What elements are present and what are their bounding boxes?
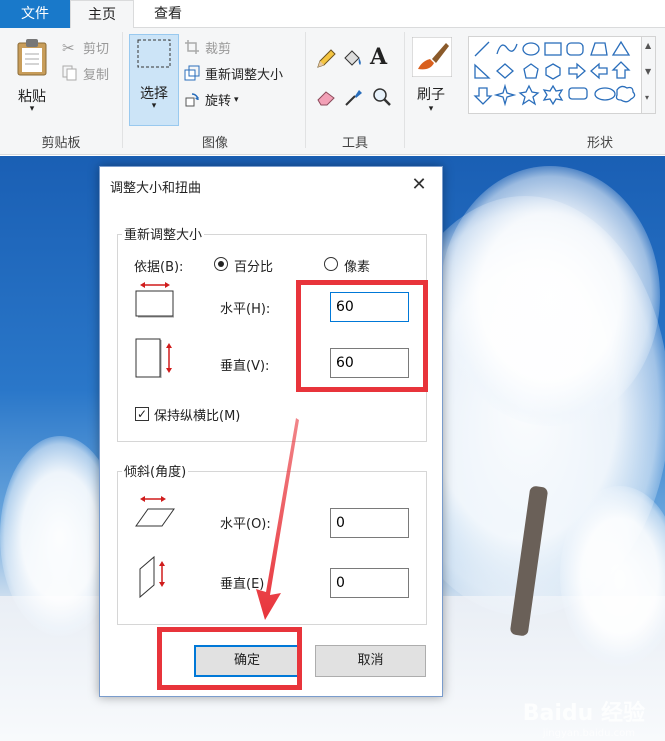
cut-label: 剪切	[83, 42, 110, 57]
pixels-radio-label: 像素	[344, 260, 371, 275]
dialog-title: 调整大小和扭曲	[110, 181, 202, 196]
rotate-label: 旋转	[205, 94, 232, 109]
resize-icon	[184, 65, 202, 83]
scroll-down-icon[interactable]: ▼	[645, 67, 651, 76]
by-label: 依据(B):	[134, 260, 184, 275]
percent-radio-label: 百分比	[234, 260, 274, 275]
select-label: 选择	[140, 86, 168, 102]
text-icon[interactable]: A	[370, 44, 392, 70]
pencil-icon[interactable]	[315, 48, 337, 70]
pixels-radio[interactable]	[324, 257, 338, 271]
resize-label: 重新调整大小	[205, 68, 284, 83]
eraser-icon[interactable]	[315, 86, 337, 108]
chevron-down-icon: ▾	[151, 101, 157, 111]
chevron-down-icon: ▾	[234, 94, 239, 105]
skew-vertical-label: 垂直(E)	[220, 577, 265, 592]
chevron-down-icon: ▾	[29, 104, 35, 114]
magnifier-icon[interactable]	[371, 86, 393, 108]
snow-tree	[440, 166, 660, 426]
chevron-down-icon: ▾	[428, 104, 434, 114]
paste-label: 粘贴	[18, 89, 46, 105]
skew-vertical-input[interactable]	[330, 568, 409, 598]
keep-ratio-label: 保持纵横比(M)	[154, 409, 241, 424]
shapes-icons	[473, 40, 636, 107]
resize-section-title: 重新调整大小	[122, 224, 205, 243]
shapes-gallery[interactable]: ▲ ▼ ▾	[468, 36, 656, 114]
copy-label: 复制	[83, 68, 110, 83]
highlight-box-values	[296, 280, 428, 392]
paste-button[interactable]: 粘贴 ▾	[10, 36, 56, 124]
group-divider	[305, 32, 306, 148]
cancel-button[interactable]: 取消	[315, 645, 426, 677]
horizontal-skew-icon	[134, 494, 178, 530]
vertical-skew-icon	[134, 555, 174, 599]
rotate-icon	[184, 91, 202, 109]
copy-button[interactable]: 复制	[62, 64, 109, 83]
crop-button[interactable]: 裁剪	[184, 38, 231, 57]
ribbon-tab-bar: 文件 主页 查看	[0, 0, 665, 29]
selection-rectangle-icon	[137, 39, 171, 69]
horizontal-label: 水平(H):	[220, 302, 271, 317]
skew-horizontal-input[interactable]	[330, 508, 409, 538]
tab-view[interactable]: 查看	[138, 0, 198, 28]
rotate-button[interactable]: 旋转 ▾	[184, 90, 239, 109]
group-divider	[122, 32, 123, 148]
horizontal-resize-icon	[134, 279, 176, 319]
vertical-label: 垂直(V):	[220, 359, 270, 374]
resize-button[interactable]: 重新调整大小	[184, 64, 283, 83]
scissors-icon: ✂	[62, 38, 75, 57]
ribbon: 粘贴 ▾ ✂ 剪切 复制 剪贴板 选择 ▾ 裁剪 重新调整大小 旋转 ▾ 图像 …	[0, 28, 665, 155]
cut-button[interactable]: ✂ 剪切	[62, 38, 110, 58]
color-picker-icon[interactable]	[343, 86, 365, 108]
brush-icon	[411, 36, 453, 78]
keep-ratio-checkbox[interactable]: ✓	[135, 407, 149, 421]
fill-bucket-icon[interactable]	[341, 48, 363, 70]
watermark-logo: Baidu 经验	[522, 701, 645, 726]
highlight-box-ok	[157, 627, 302, 690]
gallery-scrollbar[interactable]: ▲ ▼ ▾	[641, 37, 655, 113]
select-button[interactable]: 选择 ▾	[129, 34, 179, 126]
group-divider	[404, 32, 405, 148]
resize-skew-dialog: 调整大小和扭曲 ✕ 重新调整大小 依据(B): 百分比 像素 水平(H): 垂直…	[99, 166, 443, 697]
image-group-label: 图像	[201, 136, 228, 151]
brushes-label: 刷子	[417, 87, 445, 103]
copy-icon	[62, 65, 80, 83]
shapes-group-label: 形状	[586, 136, 613, 151]
clipboard-group-label: 剪贴板	[41, 136, 81, 151]
tools-group-label: 工具	[341, 136, 368, 151]
tab-file[interactable]: 文件	[0, 0, 70, 28]
scroll-up-icon[interactable]: ▲	[645, 41, 651, 50]
crop-label: 裁剪	[205, 42, 232, 57]
close-icon[interactable]: ✕	[408, 174, 430, 195]
crop-icon	[184, 39, 202, 57]
clipboard-icon	[16, 38, 48, 76]
tab-home[interactable]: 主页	[70, 0, 134, 29]
skew-horizontal-label: 水平(O):	[220, 517, 271, 532]
percent-radio[interactable]	[214, 257, 228, 271]
skew-section-title: 倾斜(角度)	[122, 461, 189, 480]
gallery-more-icon[interactable]: ▾	[645, 93, 649, 102]
brushes-button[interactable]: 刷子 ▾	[409, 34, 455, 126]
vertical-resize-icon	[134, 337, 176, 381]
watermark-url: jingyan.baidu.com	[542, 728, 635, 739]
